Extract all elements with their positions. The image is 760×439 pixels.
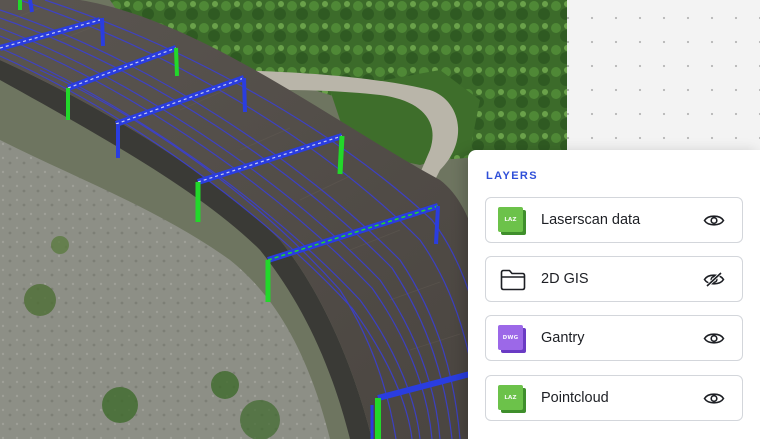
eye-icon[interactable]	[703, 213, 725, 228]
layer-label: Laserscan data	[541, 212, 641, 228]
dwg-file-icon: DWG	[498, 325, 526, 353]
eye-icon[interactable]	[703, 391, 725, 406]
layer-row-gantry[interactable]: DWG Gantry	[485, 315, 743, 361]
layer-row-laserscan-data[interactable]: LAZ Laserscan data	[485, 197, 743, 243]
folder-icon	[500, 269, 526, 291]
layer-label: Gantry	[541, 330, 585, 346]
layers-panel: LAYERS LAZ Laserscan data 2D GIS DWG Gan…	[468, 150, 760, 439]
layer-label: Pointcloud	[541, 390, 609, 406]
layers-panel-title: LAYERS	[486, 170, 539, 182]
layer-row-2d-gis[interactable]: 2D GIS	[485, 256, 743, 302]
laz-file-icon: LAZ	[498, 385, 526, 413]
dwg-badge-text: DWG	[498, 325, 523, 350]
laz-badge-text: LAZ	[498, 385, 523, 410]
eye-off-icon[interactable]	[703, 272, 725, 287]
eye-icon[interactable]	[703, 331, 725, 346]
laz-badge-text: LAZ	[498, 207, 523, 232]
layer-label: 2D GIS	[541, 271, 589, 287]
layer-row-pointcloud[interactable]: LAZ Pointcloud	[485, 375, 743, 421]
laz-file-icon: LAZ	[498, 207, 526, 235]
